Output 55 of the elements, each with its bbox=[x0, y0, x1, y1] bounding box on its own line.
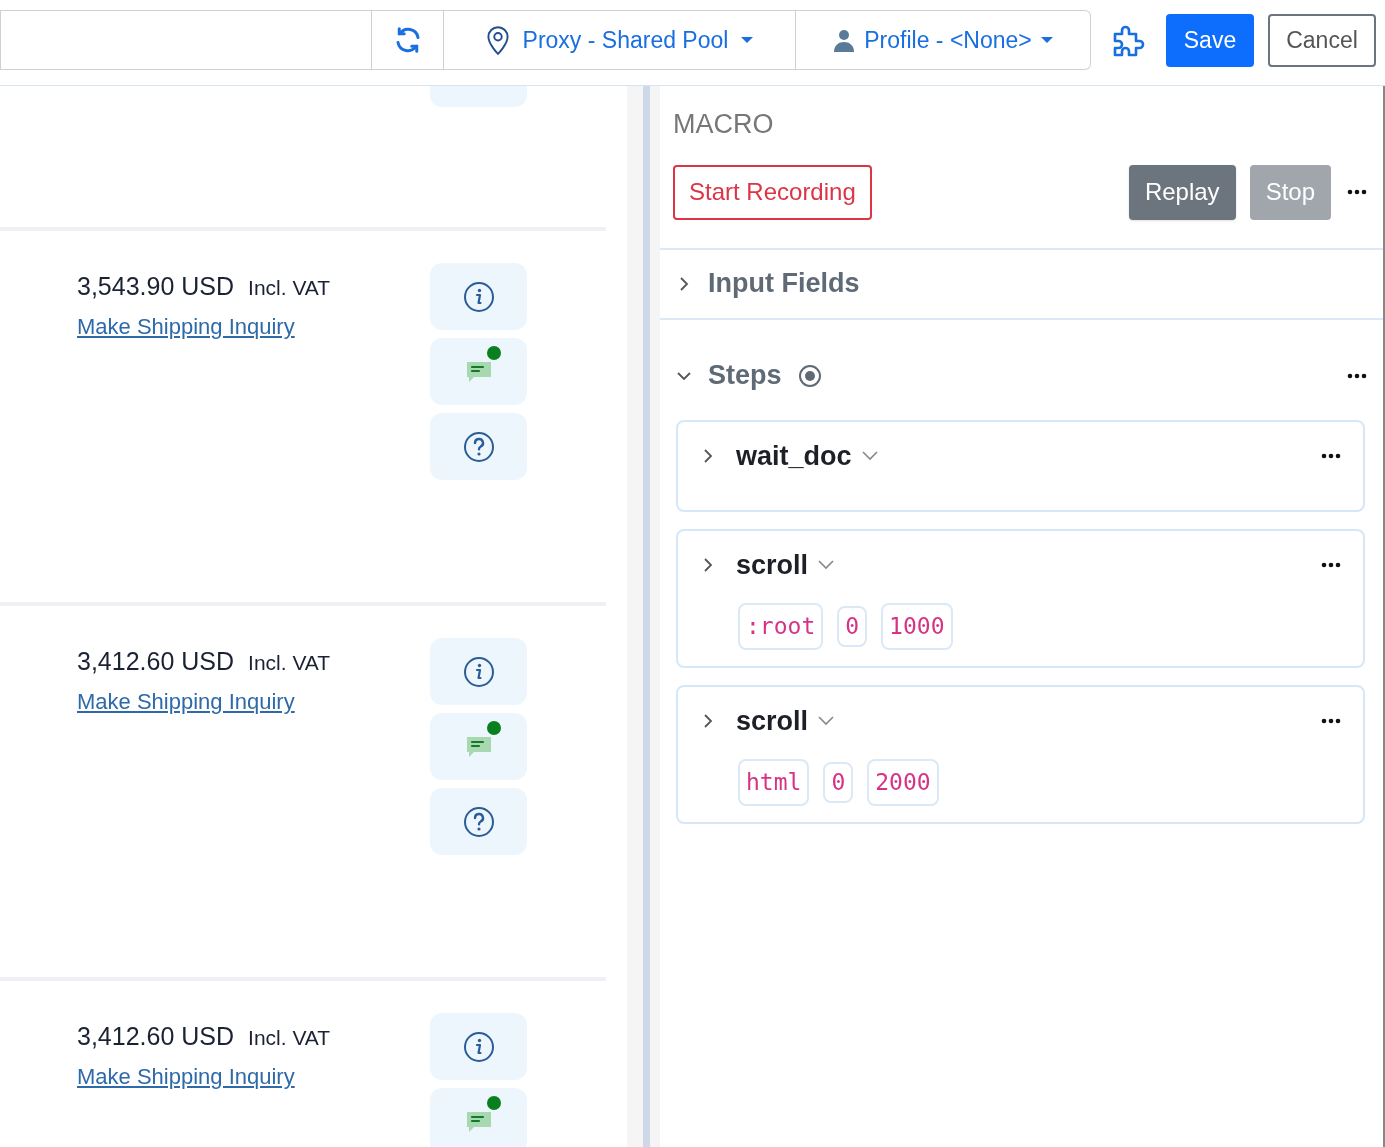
scrollbar[interactable] bbox=[643, 86, 650, 1147]
price: 3,543.90 USD bbox=[77, 271, 235, 302]
user-icon bbox=[832, 28, 857, 52]
chat-button[interactable] bbox=[430, 1088, 527, 1147]
argument-chip: 0 bbox=[823, 762, 854, 803]
caret-icon bbox=[1039, 36, 1054, 44]
vat-label: Incl. VAT bbox=[248, 275, 331, 301]
argument-chip: html bbox=[738, 759, 810, 806]
argument-chip: 2000 bbox=[867, 759, 939, 806]
section-title[interactable]: Input Fields bbox=[708, 263, 860, 304]
more-icon[interactable] bbox=[1321, 452, 1341, 459]
info-button[interactable] bbox=[430, 1013, 527, 1080]
info-icon bbox=[462, 280, 495, 313]
info-icon bbox=[462, 655, 495, 688]
profile-dropdown[interactable]: Profile - <None> bbox=[796, 10, 1091, 70]
step-name[interactable]: scroll bbox=[736, 544, 809, 585]
location-pin-icon bbox=[484, 24, 511, 56]
macro-title: MACRO bbox=[672, 108, 775, 141]
chevron-down-icon[interactable] bbox=[818, 715, 835, 726]
argument-chip: 1000 bbox=[881, 603, 953, 650]
help-icon bbox=[462, 805, 495, 838]
shipping-inquiry-link[interactable]: Make Shipping Inquiry bbox=[77, 309, 295, 343]
chat-button[interactable] bbox=[430, 713, 527, 780]
step-name[interactable]: scroll bbox=[736, 700, 809, 741]
argument-chip: 0 bbox=[837, 606, 868, 647]
info-icon bbox=[462, 1030, 495, 1063]
step-name[interactable]: wait_doc bbox=[736, 435, 852, 476]
vat-label: Incl. VAT bbox=[248, 1025, 331, 1051]
info-button[interactable] bbox=[430, 638, 527, 705]
save-button[interactable]: Save bbox=[1166, 14, 1254, 67]
help-button[interactable] bbox=[430, 788, 527, 855]
replay-button[interactable]: Replay bbox=[1128, 164, 1236, 220]
help-button[interactable] bbox=[430, 413, 527, 480]
chat-button[interactable] bbox=[430, 338, 527, 405]
shipping-inquiry-link[interactable]: Make Shipping Inquiry bbox=[77, 684, 295, 718]
chevron-down-icon[interactable] bbox=[861, 450, 878, 461]
more-icon[interactable] bbox=[1347, 372, 1367, 379]
cancel-button[interactable]: Cancel bbox=[1268, 14, 1376, 67]
help-icon bbox=[462, 430, 495, 463]
section-title[interactable]: Steps bbox=[708, 355, 782, 396]
caret-icon bbox=[740, 36, 755, 44]
proxy-dropdown[interactable]: Proxy - Shared Pool bbox=[444, 10, 796, 70]
refresh-button[interactable] bbox=[372, 10, 444, 70]
shipping-inquiry-link[interactable]: Make Shipping Inquiry bbox=[77, 1059, 295, 1093]
chevron-down-icon[interactable] bbox=[818, 559, 835, 570]
start-recording-button[interactable]: Start Recording bbox=[673, 164, 872, 220]
info-button[interactable] bbox=[430, 263, 527, 330]
price: 3,412.60 USD bbox=[77, 646, 235, 677]
more-icon[interactable] bbox=[1321, 561, 1341, 568]
price: 3,412.60 USD bbox=[77, 1021, 235, 1052]
more-icon[interactable] bbox=[1321, 717, 1341, 724]
search-field[interactable] bbox=[0, 10, 372, 70]
vat-label: Incl. VAT bbox=[248, 650, 331, 676]
more-icon[interactable] bbox=[1347, 189, 1367, 195]
argument-chip: :root bbox=[738, 603, 824, 650]
